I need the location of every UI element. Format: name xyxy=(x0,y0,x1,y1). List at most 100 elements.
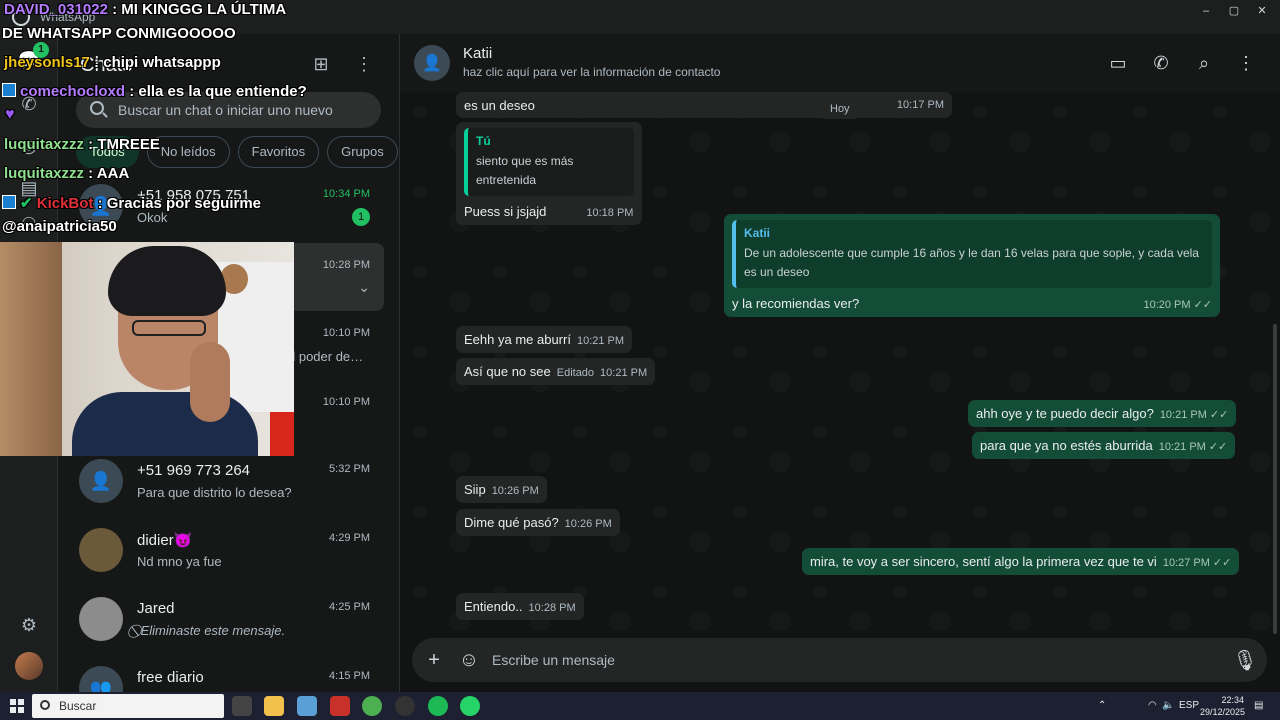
communities-icon[interactable]: ⚇ xyxy=(17,212,41,236)
message-composer: + ☺ 🎙 xyxy=(412,638,1267,682)
tray-chevron-icon[interactable]: ⌃ xyxy=(1098,700,1106,711)
chat-row[interactable]: 👤 +51 969 773 264 Para que distrito lo d… xyxy=(68,447,384,515)
taskbar-search-label: Buscar xyxy=(59,699,97,713)
day-separator: Hoy xyxy=(820,99,860,119)
task-view-icon[interactable] xyxy=(232,696,252,716)
search-icon xyxy=(40,700,50,710)
filter-unread[interactable]: No leídos xyxy=(146,136,230,168)
message-list[interactable]: es un deseo 10:17 PM Hoy Tú siento que e… xyxy=(400,92,1280,630)
message-time: 10:20 PM xyxy=(1143,299,1191,311)
chat-row[interactable]: Jared ⃠ Eliminaste este mensaje. 4:25 PM xyxy=(68,585,384,653)
store-icon[interactable] xyxy=(297,696,317,716)
profile-avatar[interactable] xyxy=(15,652,43,680)
quoted-message[interactable]: Tú siento que es más entretenida xyxy=(464,128,634,196)
message-text: y la recomiendas ver? xyxy=(732,296,860,311)
maximize-button[interactable]: ▢ xyxy=(1222,4,1246,18)
chat-name: Jared xyxy=(137,600,175,617)
message-bubble: para que ya no estés aburrida 10:21 PM ✓✓ xyxy=(972,432,1236,459)
message-bubble: Dime qué pasó? 10:26 PM xyxy=(456,509,620,536)
message-time: 10:18 PM xyxy=(586,207,634,219)
read-ticks-icon: ✓✓ xyxy=(1212,557,1232,569)
channels-icon[interactable]: ▤ xyxy=(17,176,41,200)
chat-name: free diario xyxy=(137,669,204,686)
chat-row[interactable]: didier😈 Nd mno ya fue 4:29 PM xyxy=(68,516,384,584)
close-button[interactable]: ✕ xyxy=(1250,4,1274,18)
contact-info-hint[interactable]: haz clic aquí para ver la información de… xyxy=(463,65,720,79)
status-icon[interactable]: ◎ xyxy=(17,134,41,158)
chat-row[interactable]: 👥 free diario 4:15 PM xyxy=(68,654,384,692)
spotify-icon[interactable] xyxy=(428,696,448,716)
message-text: Así que no see xyxy=(464,364,551,379)
message-bubble: Katii De un adolescente que cumple 16 añ… xyxy=(724,214,1220,317)
minimize-button[interactable]: – xyxy=(1194,4,1218,18)
conversation-header[interactable]: 👤 Katii haz clic aquí para ver la inform… xyxy=(400,34,1280,92)
streamer-body xyxy=(72,392,258,456)
chat-preview: ⃠ Eliminaste este mensaje. xyxy=(137,623,286,638)
chat-search[interactable] xyxy=(76,92,381,128)
menu-kebab-icon[interactable]: ⋮ xyxy=(1234,51,1258,75)
file-explorer-icon[interactable] xyxy=(264,696,284,716)
language-indicator[interactable]: ESP xyxy=(1179,700,1199,711)
video-call-icon[interactable]: ▭ xyxy=(1106,51,1130,75)
filter-chips: Todos No leídos Favoritos Grupos xyxy=(76,136,398,168)
read-ticks-icon: ✓✓ xyxy=(1209,409,1229,421)
filter-favorites[interactable]: Favoritos xyxy=(237,136,320,168)
contact-avatar xyxy=(79,528,123,572)
voice-call-icon[interactable]: ✆ xyxy=(1149,51,1173,75)
app-icon[interactable] xyxy=(330,696,350,716)
sticker-icon[interactable]: ☺ xyxy=(457,648,481,672)
group-avatar-icon: 👥 xyxy=(79,666,123,692)
contact-name[interactable]: Katii xyxy=(463,45,492,62)
chat-time: 10:34 PM xyxy=(322,188,370,200)
quote-author: Katii xyxy=(744,226,771,240)
glasses xyxy=(132,320,206,336)
message-time: 10:21 PM xyxy=(1158,441,1206,453)
taskbar-clock[interactable]: 22:34 29/12/2025 xyxy=(1200,694,1245,718)
message-time: 10:21 PM xyxy=(600,367,648,379)
chat-time: 4:29 PM xyxy=(329,532,370,544)
message-scrollbar[interactable] xyxy=(1273,324,1277,634)
message-input[interactable] xyxy=(492,650,1142,670)
message-text: ahh oye y te puedo decir algo? xyxy=(976,406,1154,421)
message-time: 10:21 PM xyxy=(576,335,625,347)
chat-row[interactable]: 👤 +51 958 075 751 Okok 10:34 PM 1 xyxy=(68,172,384,240)
contact-avatar-icon[interactable]: 👤 xyxy=(414,45,450,81)
windows-taskbar: Buscar ⌃ ◠ 🔈 ESP 22:34 29/12/2025 ▤ xyxy=(0,692,1280,720)
filter-all[interactable]: Todos xyxy=(76,136,139,168)
app-name: WhatsApp xyxy=(40,10,96,24)
quote-author: Tú xyxy=(476,134,491,148)
chat-time: 4:25 PM xyxy=(329,601,370,613)
wifi-icon[interactable]: ◠ xyxy=(1148,700,1157,711)
message-time: 10:26 PM xyxy=(564,518,612,530)
chrome-icon[interactable] xyxy=(362,696,382,716)
settings-icon[interactable]: ⚙ xyxy=(17,613,41,637)
chat-preview: Para que distrito lo desea? xyxy=(137,485,292,500)
chat-time: 4:15 PM xyxy=(329,670,370,682)
search-icon[interactable]: ⌕ xyxy=(1192,51,1216,75)
chat-time: 10:10 PM xyxy=(322,396,370,408)
chevron-down-icon[interactable]: ⌄ xyxy=(358,279,370,296)
menu-kebab-icon[interactable]: ⋮ xyxy=(352,52,376,76)
quoted-message[interactable]: Katii De un adolescente que cumple 16 añ… xyxy=(732,220,1212,288)
message-bubble: Tú siento que es más entretenida Puess s… xyxy=(456,122,642,225)
chat-time: 5:32 PM xyxy=(329,463,370,475)
chat-list-title: Chats xyxy=(80,54,133,76)
microphone-icon[interactable]: 🎙 xyxy=(1232,648,1257,672)
new-chat-icon[interactable]: ⊞ xyxy=(309,52,333,76)
chat-name: didier😈 xyxy=(137,532,193,549)
chat-name: +51 958 075 751 xyxy=(137,187,251,204)
notifications-icon[interactable]: ▤ xyxy=(1254,700,1263,711)
taskbar-search[interactable]: Buscar xyxy=(32,694,224,718)
attach-plus-icon[interactable]: + xyxy=(422,648,446,672)
whatsapp-taskbar-icon[interactable] xyxy=(460,696,480,716)
calls-icon[interactable]: ✆ xyxy=(17,92,41,116)
filter-groups[interactable]: Grupos xyxy=(327,136,398,168)
obs-icon[interactable] xyxy=(395,696,415,716)
message-bubble: Siip 10:26 PM xyxy=(456,476,547,503)
windows-start-icon[interactable] xyxy=(10,699,24,713)
contact-avatar-icon: 👤 xyxy=(79,459,123,503)
contact-avatar xyxy=(79,597,123,641)
read-ticks-icon: ✓✓ xyxy=(1208,441,1228,453)
volume-icon[interactable]: 🔈 xyxy=(1162,700,1174,711)
chat-search-input[interactable] xyxy=(118,100,368,120)
